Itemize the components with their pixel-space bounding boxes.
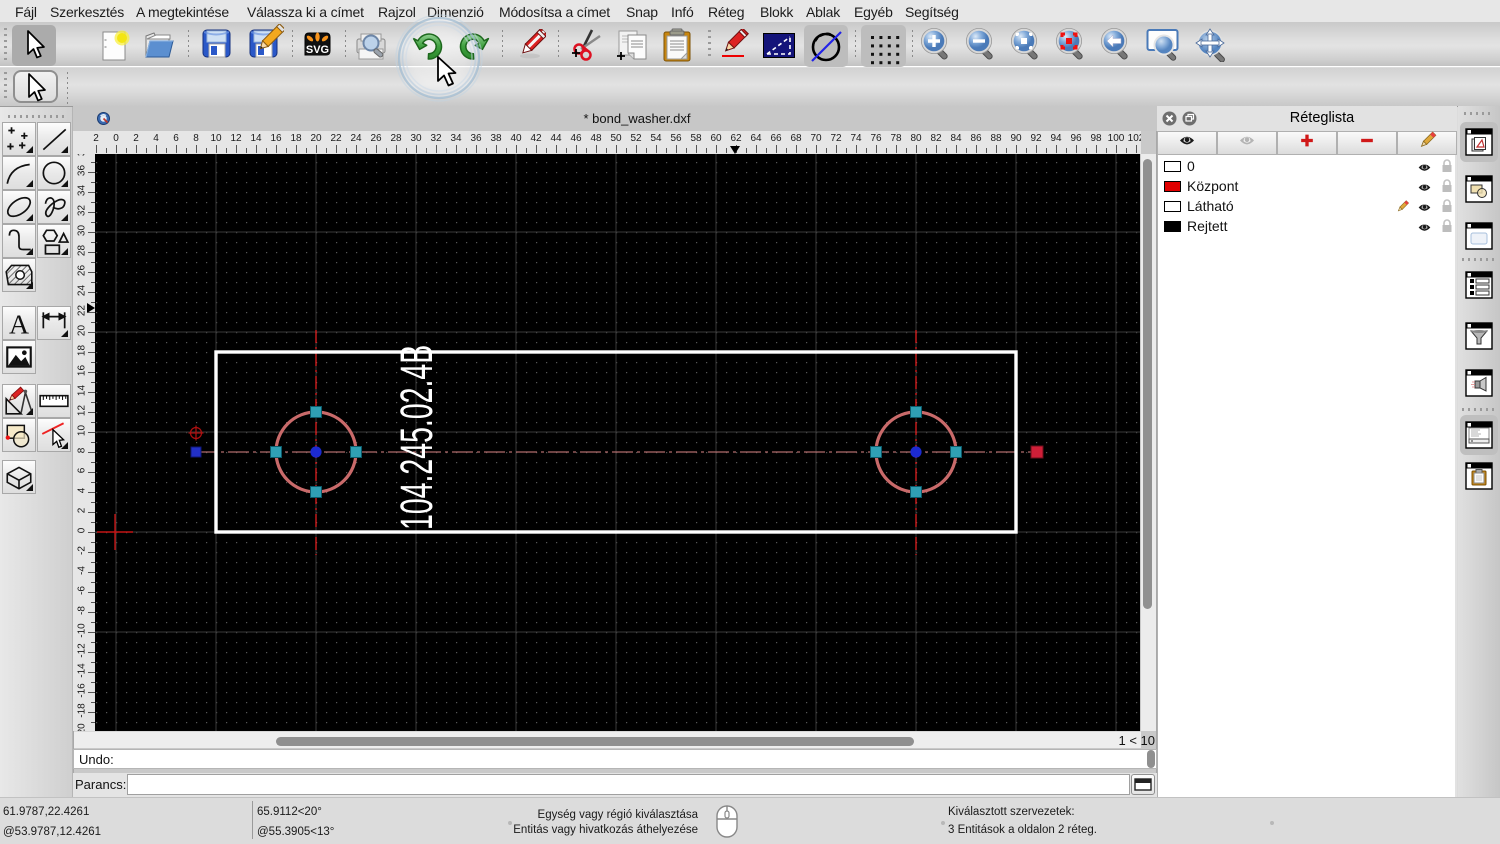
svg-text:104.245.02.4B: 104.245.02.4B — [391, 345, 441, 530]
svg-text:A: A — [9, 309, 29, 339]
svg-text:SVG: SVG — [306, 44, 329, 56]
